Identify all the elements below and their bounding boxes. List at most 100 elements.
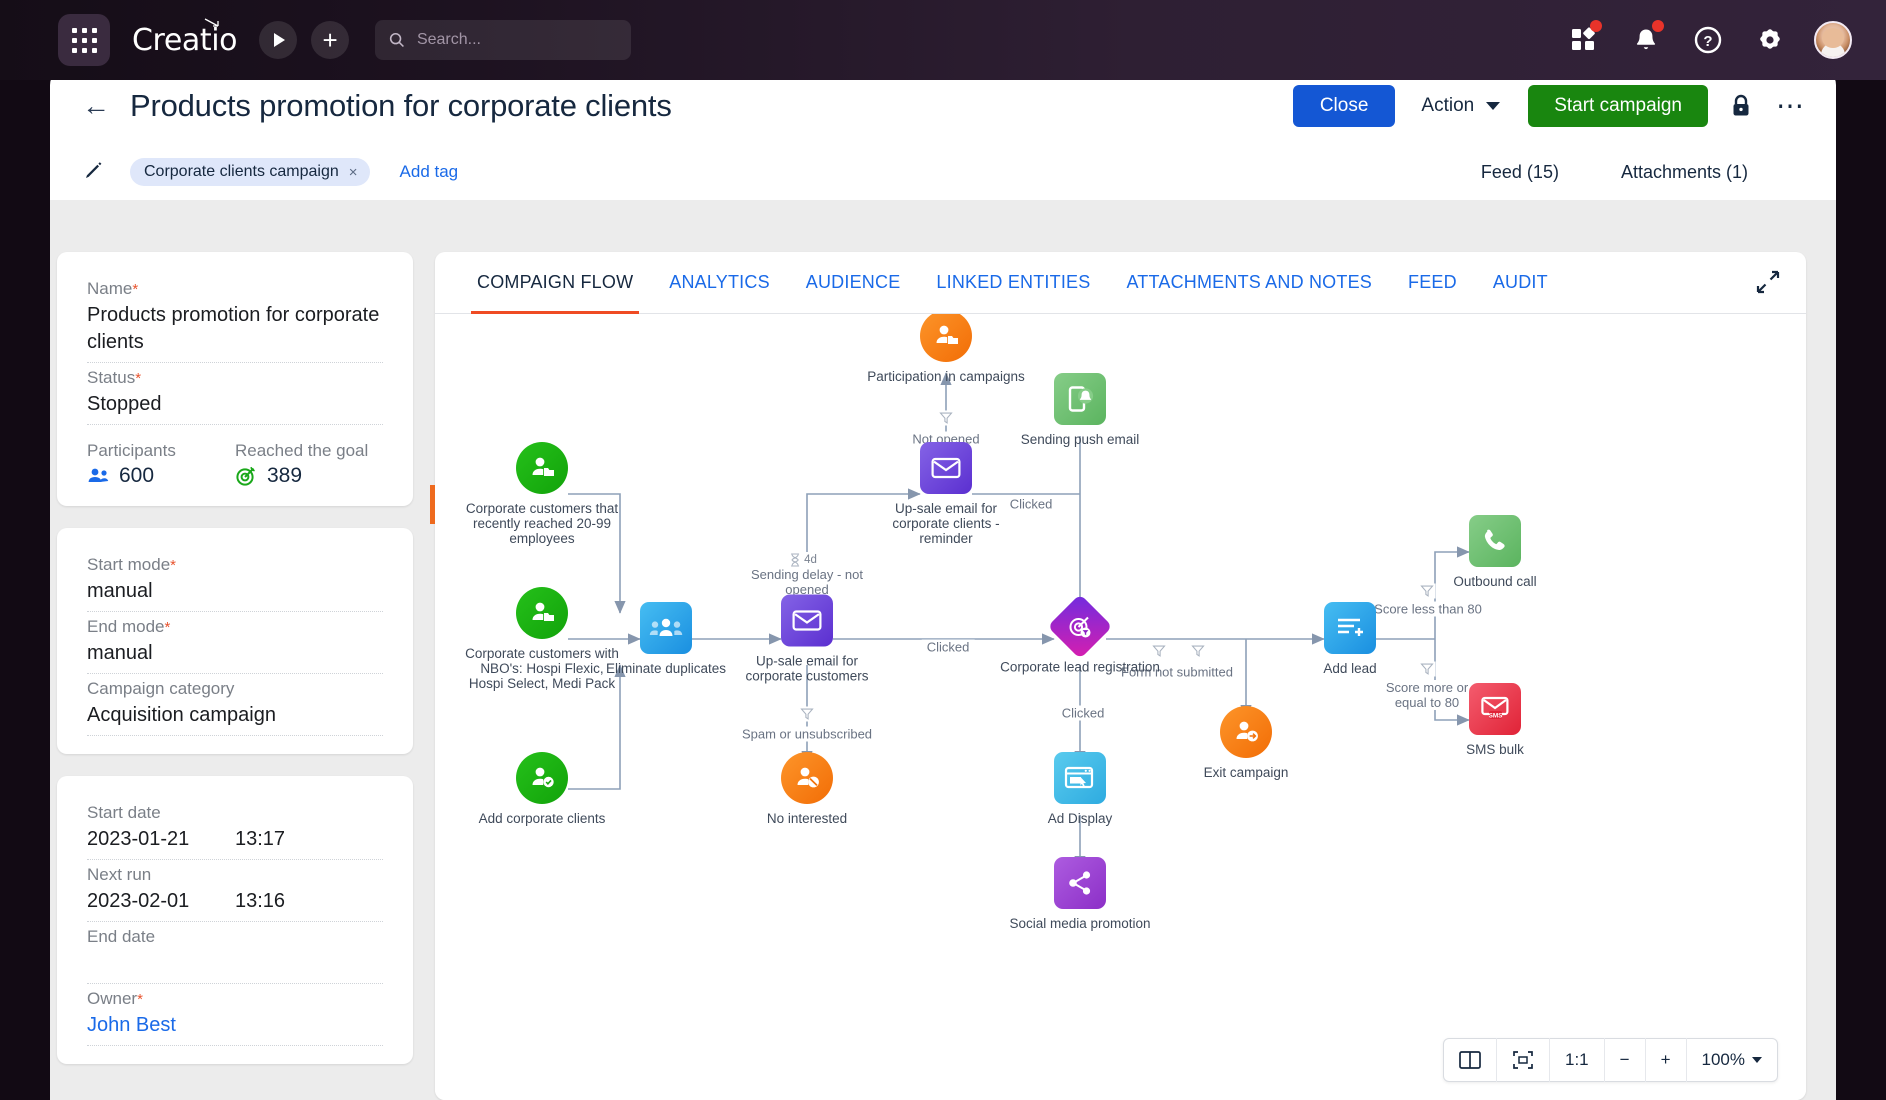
global-search[interactable] [375,20,631,60]
user-avatar[interactable] [1814,21,1852,59]
chevron-down-icon [1752,1057,1762,1063]
help-question-icon[interactable]: ? [1686,18,1730,62]
zoom-ratio-button[interactable]: 1:1 [1550,1038,1605,1082]
field-start-date[interactable]: Start date 2023-01-21 13:17 [87,798,383,860]
apps-grid-icon[interactable] [58,14,110,66]
hourglass-icon: 4d [787,552,819,568]
field-end-date[interactable]: End date [87,922,383,984]
record-main: COMPAIGN FLOW ANALYTICS AUDIENCE LINKED … [435,200,1836,1100]
field-next-run[interactable]: Next run 2023-02-01 13:16 [87,860,383,922]
field-start-mode[interactable]: Start mode* manual [87,550,383,612]
tag-chip[interactable]: Corporate clients campaign × [130,158,370,186]
people-icon [87,467,109,485]
start-campaign-button[interactable]: Start campaign [1528,85,1708,127]
flow-node-outbound-call[interactable]: Outbound call [1415,515,1575,589]
flow-node-audience-recent[interactable]: Corporate customers that recently reache… [462,442,622,546]
zoom-in-button[interactable]: + [1646,1038,1687,1082]
tab-feed[interactable]: FEED [1390,252,1475,314]
tag-label: Corporate clients campaign [144,163,339,181]
record-body: Name* Products promotion for corporate c… [50,200,1836,1100]
marketplace-icon[interactable] [1562,18,1606,62]
campaign-flow-canvas[interactable]: Corporate customers that recently reache… [435,314,1806,1100]
zoom-out-button[interactable]: − [1605,1038,1646,1082]
date-time-row: 2023-01-21 13:17 [87,826,383,853]
flow-node-corporate-lead-registration[interactable]: Corporate lead registration [1000,604,1160,675]
required-marker: * [170,557,176,574]
required-marker: * [135,370,141,387]
global-top-bar: Creatio + [0,0,1886,80]
field-value-owner[interactable]: John Best [87,1012,383,1039]
record-page: ← Products promotion for corporate clien… [50,67,1836,1100]
plus-icon[interactable]: + [311,21,349,59]
field-value-date: 2023-01-21 [87,826,235,853]
tab-analytics[interactable]: ANALYTICS [651,252,788,314]
tab-compaign-flow[interactable]: COMPAIGN FLOW [459,252,651,314]
field-label: Status* [87,368,383,388]
layout-columns-icon[interactable] [1444,1038,1497,1082]
phone-icon [1469,515,1521,567]
field-label: Name* [87,279,383,299]
tag-pen-icon[interactable] [82,158,104,187]
notifications-bell-icon[interactable] [1624,18,1668,62]
close-button[interactable]: Close [1293,85,1396,127]
flow-node-label: Sending push email [1000,432,1160,447]
search-icon [389,31,405,49]
label-text: Name [87,279,132,298]
filter-icon [938,411,955,426]
flow-node-exit-campaign[interactable]: Exit campaign [1166,706,1326,780]
feed-link[interactable]: Feed (15) [1481,162,1559,183]
close-icon[interactable]: × [349,164,358,181]
field-label: Next run [87,865,383,885]
tab-audit[interactable]: AUDIT [1475,252,1566,314]
action-dropdown-button[interactable]: Action [1403,85,1514,127]
field-campaign-category[interactable]: Campaign category Acquisition campaign [87,674,383,736]
tab-audience[interactable]: AUDIENCE [788,252,919,314]
tab-attachments-and-notes[interactable]: ATTACHMENTS AND NOTES [1108,252,1390,314]
zoom-level-select[interactable]: 100% [1687,1038,1777,1082]
back-arrow-icon[interactable]: ← [82,92,110,120]
flow-node-add-lead[interactable]: Add lead [1270,602,1430,676]
tab-linked-entities[interactable]: LINKED ENTITIES [918,252,1108,314]
metric-reached-goal: Reached the goal 389 [235,441,383,488]
field-status[interactable]: Status* Stopped [87,363,383,425]
flow-node-upsale-email-customers[interactable]: Up-sale email for corporate customers [727,595,887,684]
flow-node-social-media-promotion[interactable]: Social media promotion [1000,857,1160,931]
flow-node-sending-push-email[interactable]: Sending push email [1000,373,1160,447]
expand-fullscreen-icon[interactable] [1756,270,1780,299]
add-tag-button[interactable]: Add tag [400,162,459,182]
flow-node-sms-bulk[interactable]: SMS SMS bulk [1415,683,1575,757]
flow-node-label: Up-sale email for corporate clients - re… [866,501,1026,546]
play-icon[interactable] [259,21,297,59]
zoom-toolbar: 1:1 − + 100% [1443,1038,1778,1082]
svg-text:?: ? [1703,33,1712,50]
flow-node-upsale-email-reminder[interactable]: Up-sale email for corporate clients - re… [866,442,1026,546]
eliminate-duplicates-icon [640,602,692,654]
record-sidebar: Name* Products promotion for corporate c… [50,200,435,1100]
flow-node-ad-display[interactable]: Ad Display [1000,752,1160,826]
flow-node-label: Outbound call [1415,574,1575,589]
zoom-level-value: 100% [1702,1050,1745,1070]
flow-node-label: No interested [727,811,887,826]
tab-panel: COMPAIGN FLOW ANALYTICS AUDIENCE LINKED … [435,252,1806,1100]
field-name[interactable]: Name* Products promotion for corporate c… [87,274,383,363]
flow-node-label: Eliminate duplicates [586,661,746,676]
attachments-link[interactable]: Attachments (1) [1621,162,1748,183]
search-input[interactable] [417,31,617,49]
creatio-logo[interactable]: Creatio [132,23,237,58]
chevron-right-icon[interactable]: ❯ [430,485,435,524]
fit-to-screen-icon[interactable] [1497,1038,1550,1082]
more-options-icon[interactable]: ⋯ [1776,99,1806,113]
sidebar-card-modes: Start mode* manual End mode* manual Camp… [57,528,413,754]
field-owner[interactable]: Owner* John Best [87,984,383,1046]
flow-node-no-interested[interactable]: No interested [727,752,887,826]
flow-node-eliminate-duplicates[interactable]: Eliminate duplicates [586,602,746,676]
lock-icon[interactable] [1730,94,1752,118]
flow-node-label: Corporate lead registration [1000,660,1160,675]
audience-block-icon [781,752,833,804]
flow-node-add-corporate-clients[interactable]: Add corporate clients [462,752,622,826]
field-end-mode[interactable]: End mode* manual [87,612,383,674]
metrics-row: Participants 600 [87,441,383,488]
flow-node-label: SMS bulk [1415,742,1575,757]
gear-icon[interactable] [1748,18,1792,62]
field-label: Start mode* [87,555,383,575]
